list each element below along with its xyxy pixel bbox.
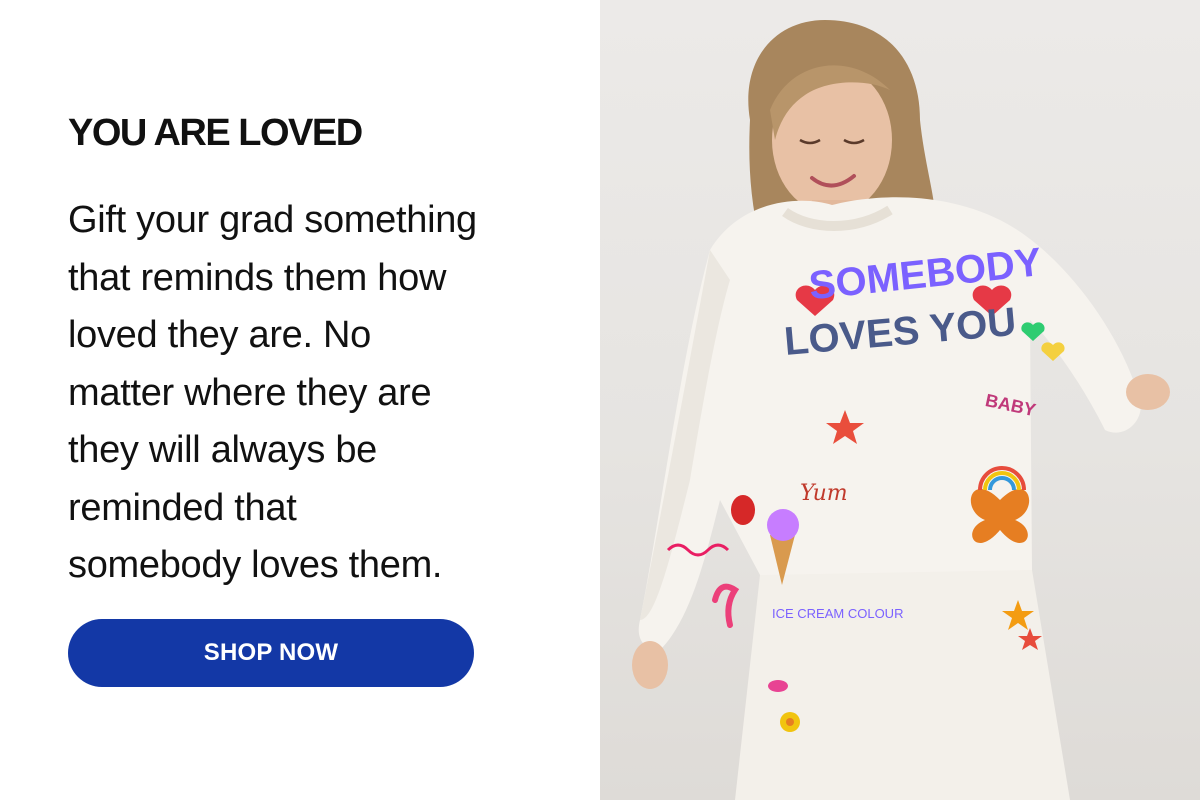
promo-body-line: they will always be (68, 429, 377, 471)
promo-body-line: Gift your grad something (68, 199, 477, 241)
pants-text: ICE CREAM COLOUR (772, 606, 903, 621)
promo-body-line: loved they are. No (68, 314, 371, 356)
promo-body-line: that reminds them how (68, 256, 447, 299)
promo-body-line: reminded that (68, 486, 297, 529)
shop-now-button[interactable]: SHOP NOW (68, 619, 474, 687)
doodle-baby: BABY (984, 390, 1038, 420)
product-photo[interactable]: SOMEBODY LOVES YOU BABY Yum ICE CREAM CO… (600, 0, 1200, 800)
sweater-text-line1: SOMEBODY (807, 240, 1044, 308)
promo-title: YOU ARE LOVED (68, 112, 363, 154)
promo-panel: YOU ARE LOVED Gift your grad something t… (0, 0, 600, 800)
promo-body-line: somebody loves them. (68, 544, 443, 586)
sweater-text-line2: LOVES YOU (782, 300, 1018, 364)
sweater-text-overlay: SOMEBODY LOVES YOU BABY Yum ICE CREAM CO… (772, 240, 1044, 621)
doodle-yum: Yum (800, 481, 848, 506)
promo-body: Gift your grad something that reminds th… (68, 192, 548, 595)
promo-body-line: matter where they are (68, 371, 432, 414)
